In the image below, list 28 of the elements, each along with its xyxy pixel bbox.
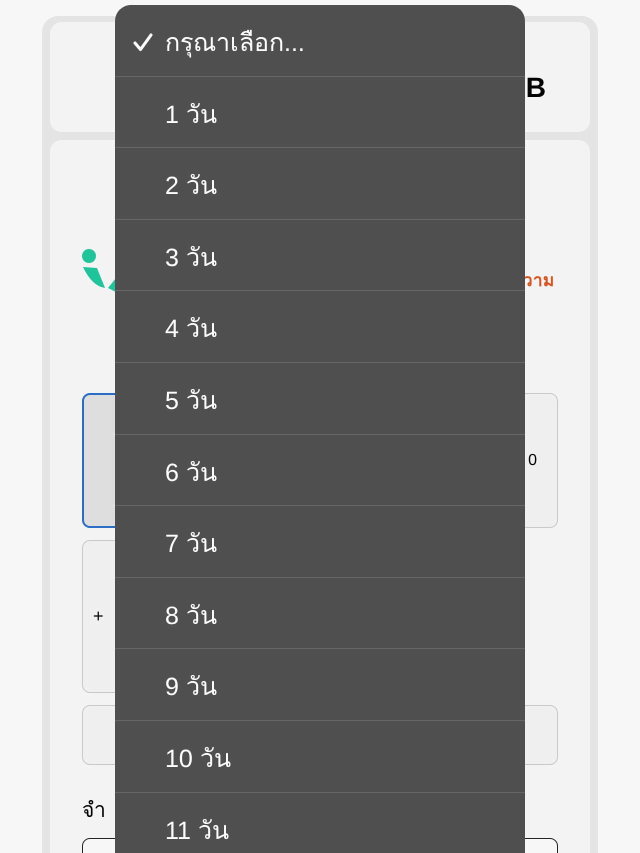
dropdown-option[interactable]: 2 วัน [115,148,525,220]
dropdown-option[interactable]: 5 วัน [115,362,525,435]
dropdown-option[interactable]: 9 วัน [115,649,525,721]
option-label: 2 วัน [165,171,217,202]
header-text: B [526,72,546,104]
option-label: 4 วัน [165,314,217,346]
option-label: 1 วัน [165,100,217,131]
option-label: กรุณาเลือก... [165,28,305,59]
option-label: 11 วัน [165,816,229,847]
option-label: 5 วัน [165,386,217,417]
dropdown-option[interactable]: กรุณาเลือก... [115,5,525,77]
option-label: 6 วัน [165,458,217,489]
dropdown-option[interactable]: 3 วัน [115,220,525,292]
option-label: 7 วัน [165,529,217,560]
dropdown-option[interactable]: 7 วัน [115,506,525,578]
option-label: 10 วัน [165,744,231,775]
dropdown-option[interactable]: 8 วัน [115,578,525,650]
logo-icon [82,248,116,292]
option-label: 3 วัน [165,242,217,274]
option-label: 9 วัน [165,672,217,704]
option-label: 8 วัน [165,600,217,632]
dropdown-option[interactable]: 4 วัน [115,291,525,363]
field-label: จำ [82,798,106,824]
link-text[interactable]: วาม [523,270,558,292]
dropdown-option[interactable]: 10 วัน [115,720,525,793]
dropdown-option[interactable]: 6 วัน [115,434,525,506]
dropdown-option[interactable]: 11 วัน [115,792,525,853]
dropdown-option[interactable]: 1 วัน [115,76,525,148]
